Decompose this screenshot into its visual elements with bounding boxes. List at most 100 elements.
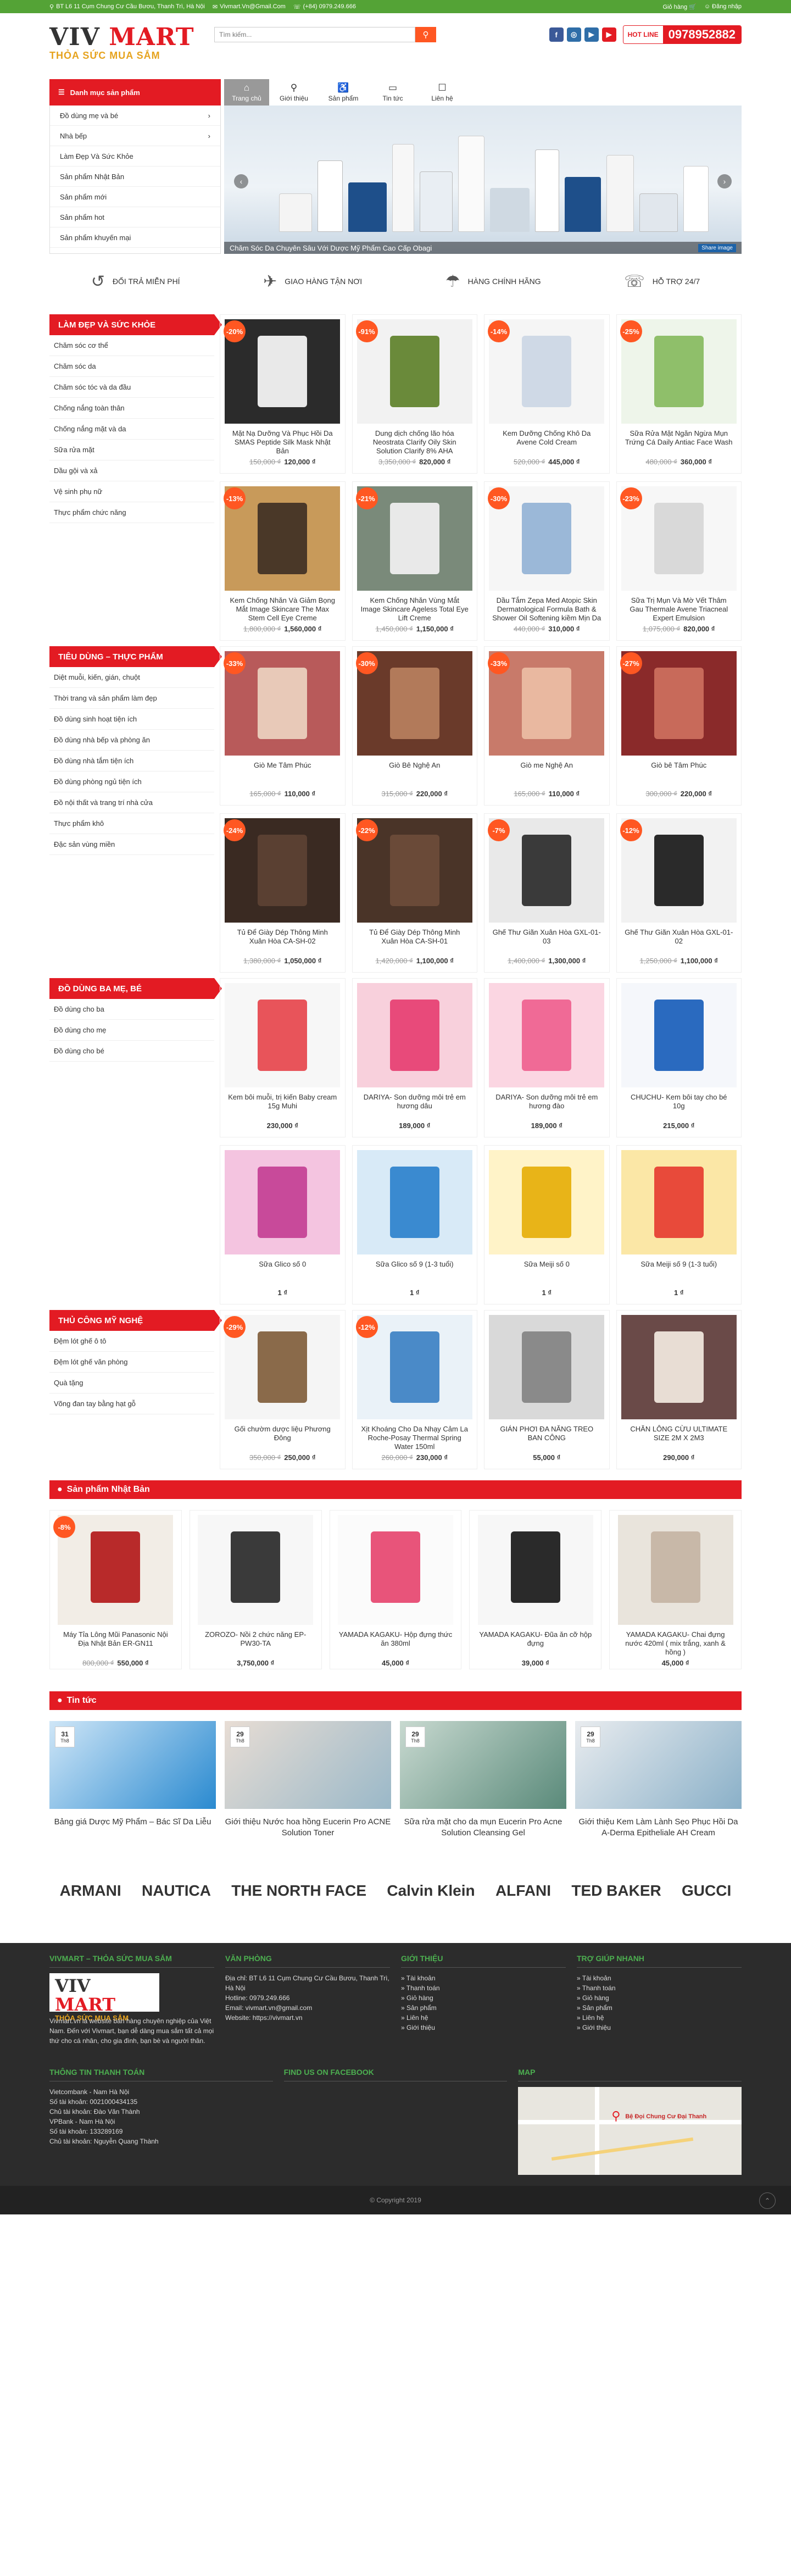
product-name[interactable]: Sữa Meiji số 0 [492, 1260, 601, 1286]
product-card[interactable]: -13% Kem Chống Nhăn Và Giảm Bọng Mắt Imag… [220, 481, 346, 641]
category-menu-item[interactable]: Sản phẩm khuyến mại [50, 227, 220, 248]
product-image[interactable] [477, 1515, 593, 1625]
product-name[interactable]: Ghế Thư Giãn Xuân Hòa GXL-01-03 [492, 928, 601, 954]
nav-item[interactable]: ▭ Tin tức [368, 79, 417, 106]
category-section-title[interactable]: ĐỒ DÙNG BA MẸ, BÉ [49, 978, 222, 999]
hotline[interactable]: HOT LINE 0978952882 [622, 25, 742, 44]
category-menu-item[interactable]: Nhà bếp › [50, 126, 220, 146]
brand-logo[interactable]: NAUTICA [142, 1882, 211, 1900]
product-image[interactable] [489, 983, 605, 1087]
search-button[interactable]: ⚲ [415, 27, 436, 42]
phone-text[interactable]: (+84) 0979.249.666 [303, 3, 356, 10]
facebook-icon[interactable]: f [549, 27, 564, 42]
location-map[interactable]: ⚲ Bệ Đọi Chung Cư Đại Thanh [518, 2087, 742, 2175]
news-title[interactable]: Giới thiệu Kem Làm Lành Sẹo Phục Hồi Da … [575, 1817, 742, 1839]
footer-link[interactable]: » Tài khoản [401, 1973, 566, 1983]
footer-link[interactable]: » Giới thiệu [577, 2023, 742, 2033]
product-card[interactable]: -33% Giò me Nghệ An 165,000 ₫ 110,000 ₫ [484, 646, 610, 806]
subcategory-link[interactable]: Đồ dùng nhà tắm tiện ích [49, 751, 214, 771]
product-name[interactable]: Sữa Glico số 9 (1-3 tuổi) [360, 1260, 470, 1286]
product-name[interactable]: Kem Chống Nhăn Vùng Mắt Image Skincare A… [360, 596, 470, 623]
slider-prev-button[interactable]: ‹ [234, 174, 248, 188]
news-card[interactable]: 29 Th8 Sữa rửa mặt cho da mụn Eucerin Pro … [400, 1721, 566, 1839]
product-name[interactable]: Máy Tỉa Lông Mũi Panasonic Nội Địa Nhật … [58, 1630, 174, 1657]
product-name[interactable]: Xịt Khoáng Cho Da Nhạy Cảm La Roche-Posa… [360, 1425, 470, 1451]
product-card[interactable]: -30% Dầu Tắm Zepa Med Atopic Skin Dermato… [484, 481, 610, 641]
product-name[interactable]: DARIYA- Son dưỡng môi trẻ em hương dâu [360, 1093, 470, 1119]
news-image[interactable]: 29 Th8 [400, 1721, 566, 1809]
product-card[interactable]: Sữa Glico số 0 1 ₫ [220, 1145, 346, 1304]
footer-link[interactable]: » Liên hệ [577, 2013, 742, 2023]
product-name[interactable]: DARIYA- Son dưỡng môi trẻ em hương đào [492, 1093, 601, 1119]
product-name[interactable]: Kem bôi muỗi, trị kiến Baby cream 15g Mu… [228, 1093, 337, 1119]
category-menu-item[interactable]: Đồ dùng mẹ và bé › [50, 106, 220, 126]
subcategory-link[interactable]: Đồ nội thất và trang trí nhà cửa [49, 792, 214, 813]
product-name[interactable]: Sữa Glico số 0 [228, 1260, 337, 1286]
product-image[interactable] [489, 1150, 605, 1254]
product-card[interactable]: -33% Giò Me Tâm Phúc 165,000 ₫ 110,000 ₫ [220, 646, 346, 806]
brand-logo[interactable]: ARMANI [60, 1882, 121, 1900]
subcategory-link[interactable]: Thực phẩm chức năng [49, 502, 214, 523]
product-card[interactable]: Sữa Glico số 9 (1-3 tuổi) 1 ₫ [352, 1145, 477, 1304]
product-card[interactable]: -91% Dung dịch chống lão hóa Neostrata Cl… [352, 314, 477, 474]
product-name[interactable]: Giò bê Tâm Phúc [625, 761, 734, 787]
email-info[interactable]: ✉ Vivmart.Vn@Gmail.Com [213, 3, 286, 10]
slider-next-button[interactable]: › [717, 174, 732, 188]
product-name[interactable]: Mặt Nạ Dưỡng Và Phục Hồi Da SMAS Peptide… [228, 429, 337, 456]
product-name[interactable]: Kem Chống Nhăn Và Giảm Bọng Mắt Image Sk… [228, 596, 337, 623]
product-image[interactable] [225, 983, 341, 1087]
product-card[interactable]: -25% Sữa Rửa Mặt Ngăn Ngừa Mụn Trứng Cá D… [616, 314, 742, 474]
product-name[interactable]: Giò me Nghệ An [492, 761, 601, 787]
product-name[interactable]: Sữa Meiji số 9 (1-3 tuổi) [625, 1260, 734, 1286]
news-image[interactable]: 29 Th8 [225, 1721, 391, 1809]
product-name[interactable]: Ghế Thư Giãn Xuân Hòa GXL-01-02 [625, 928, 734, 954]
footer-link[interactable]: » Giỏ hàng [577, 1993, 742, 2003]
subcategory-link[interactable]: Đặc sản vùng miền [49, 834, 214, 855]
product-name[interactable]: Sữa Rửa Mặt Ngăn Ngừa Mụn Trứng Cá Daily… [625, 429, 734, 456]
subcategory-link[interactable]: Thời trang và sản phẩm làm đẹp [49, 688, 214, 709]
product-card[interactable]: YAMADA KAGAKU- Hộp đựng thức ăn 380ml 45,… [329, 1510, 462, 1669]
category-menu-item[interactable]: Sản phẩm hot [50, 207, 220, 227]
product-card[interactable]: -24% Tủ Để Giày Dép Thông Minh Xuân Hòa C… [220, 813, 346, 973]
product-card[interactable]: YAMADA KAGAKU- Chai đựng nước 420ml ( mi… [609, 1510, 742, 1669]
product-image[interactable] [58, 1515, 174, 1625]
subcategory-link[interactable]: Quà tặng [49, 1373, 214, 1394]
product-name[interactable]: CHĂN LÔNG CỪU ULTIMATE SIZE 2M X 2M3 [625, 1425, 734, 1451]
nav-item[interactable]: ⚲ Giới thiệu [269, 79, 319, 106]
news-card[interactable]: 29 Th8 Giới thiệu Nước hoa hồng Eucerin Pr… [225, 1721, 391, 1839]
subcategory-link[interactable]: Vệ sinh phụ nữ [49, 481, 214, 502]
product-image[interactable] [225, 1150, 341, 1254]
email-text[interactable]: Vivmart.Vn@Gmail.Com [220, 3, 286, 10]
product-image[interactable] [621, 983, 737, 1087]
nav-item[interactable]: ☐ Liên hệ [417, 79, 467, 106]
share-image-button[interactable]: Share image [698, 244, 736, 252]
news-title[interactable]: Bảng giá Dược Mỹ Phẩm – Bác Sĩ Da Liễu [49, 1817, 216, 1828]
product-card[interactable]: DARIYA- Son dưỡng môi trẻ em hương đào 18… [484, 978, 610, 1137]
product-card[interactable]: -22% Tủ Để Giày Dép Thông Minh Xuân Hòa C… [352, 813, 477, 973]
product-card[interactable]: -21% Kem Chống Nhăn Vùng Mắt Image Skinca… [352, 481, 477, 641]
brand-logo[interactable]: Calvin Klein [387, 1882, 475, 1900]
subcategory-link[interactable]: Đồ dùng cho bé [49, 1041, 214, 1062]
product-card[interactable]: -23% Sữa Trị Mụn Và Mờ Vết Thâm Gau Therm… [616, 481, 742, 641]
product-name[interactable]: Giò Me Tâm Phúc [228, 761, 337, 787]
subcategory-link[interactable]: Đồ dùng nhà bếp và phòng ăn [49, 730, 214, 751]
youtube-red-icon[interactable]: ▶ [601, 27, 616, 42]
subcategory-link[interactable]: Chăm sóc tóc và da đầu [49, 377, 214, 398]
login-link[interactable]: ☺ Đăng nhập [704, 3, 742, 10]
footer-link[interactable]: » Thanh toán [577, 1983, 742, 1993]
footer-link[interactable]: » Liên hệ [401, 2013, 566, 2023]
youtube-icon[interactable]: ▶ [584, 27, 599, 42]
hotline-number[interactable]: 0978952882 [662, 26, 741, 43]
product-card[interactable]: -7% Ghế Thư Giãn Xuân Hòa GXL-01-03 1,400,… [484, 813, 610, 973]
subcategory-link[interactable]: Đồ dùng phòng ngủ tiện ích [49, 771, 214, 792]
news-title[interactable]: Sữa rửa mặt cho da mụn Eucerin Pro Acne … [400, 1817, 566, 1839]
subcategory-link[interactable]: Đồ dùng cho ba [49, 999, 214, 1020]
product-card[interactable]: -20% Mặt Nạ Dưỡng Và Phục Hồi Da SMAS Pep… [220, 314, 346, 474]
hero-slider[interactable]: ‹ › Chăm Sóc Da Chuyên Sâu Với Dược Mỹ P… [224, 106, 742, 254]
subcategory-link[interactable]: Đồ dùng cho mẹ [49, 1020, 214, 1041]
product-name[interactable]: Tủ Để Giày Dép Thông Minh Xuân Hòa CA-SH… [228, 928, 337, 954]
product-image[interactable] [198, 1515, 314, 1625]
product-name[interactable]: CHUCHU- Kem bôi tay cho bé 10g [625, 1093, 734, 1119]
instagram-icon[interactable]: ◎ [566, 27, 581, 42]
cart-label[interactable]: Giỏ hàng [662, 4, 687, 10]
